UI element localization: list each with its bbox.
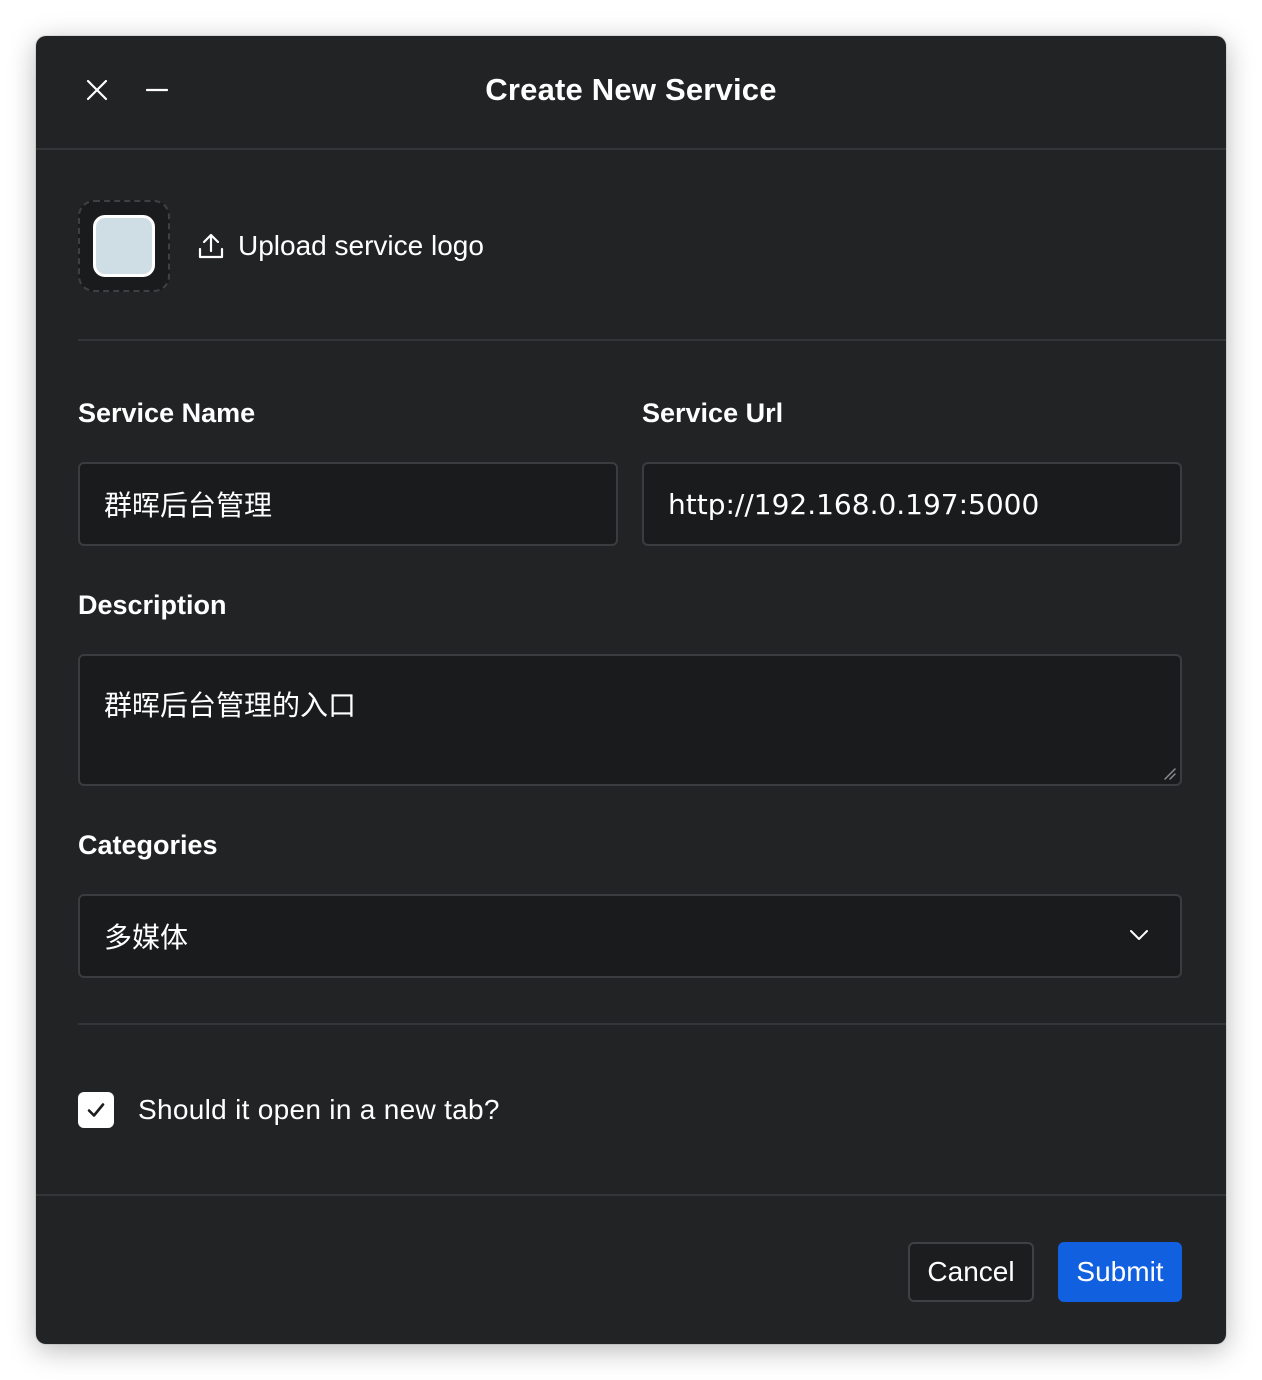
cancel-button[interactable]: Cancel xyxy=(908,1242,1034,1302)
service-name-input[interactable]: 群晖后台管理 xyxy=(78,462,618,546)
upload-logo-label: Upload service logo xyxy=(238,230,484,261)
logo-preview[interactable] xyxy=(78,200,170,292)
section-divider xyxy=(78,339,1226,341)
categories-selected-value: 多媒体 xyxy=(104,921,189,954)
logo-upload-row: Upload service logo xyxy=(78,198,484,294)
service-url-label: Service Url xyxy=(642,398,784,428)
description-label: Description xyxy=(78,590,227,620)
service-url-input[interactable]: http://192.168.0.197:5000 xyxy=(642,462,1182,546)
new-tab-option[interactable]: Should it open in a new tab? xyxy=(78,1092,500,1128)
create-service-dialog: Create New Service Upload service logo S… xyxy=(36,36,1226,1344)
description-value: 群晖后台管理的入口 xyxy=(104,689,357,722)
upload-icon xyxy=(198,233,224,259)
description-textarea[interactable]: 群晖后台管理的入口 xyxy=(78,654,1182,786)
dialog-title: Create New Service xyxy=(485,72,777,107)
categories-label: Categories xyxy=(78,830,218,860)
chevron-down-icon xyxy=(1130,930,1148,940)
checkmark-icon xyxy=(87,1103,105,1117)
logo-placeholder xyxy=(93,215,155,277)
submit-button[interactable]: Submit xyxy=(1058,1242,1182,1302)
new-tab-checkbox[interactable] xyxy=(78,1092,114,1128)
new-tab-label: Should it open in a new tab? xyxy=(138,1094,500,1125)
dialog-header: Create New Service xyxy=(36,36,1226,150)
service-name-label: Service Name xyxy=(78,398,256,428)
categories-select[interactable]: 多媒体 xyxy=(78,894,1182,978)
footer-divider xyxy=(36,1194,1226,1196)
upload-logo-button[interactable]: Upload service logo xyxy=(198,230,484,262)
resize-grip-icon[interactable] xyxy=(1162,766,1176,780)
section-divider xyxy=(78,1023,1226,1025)
